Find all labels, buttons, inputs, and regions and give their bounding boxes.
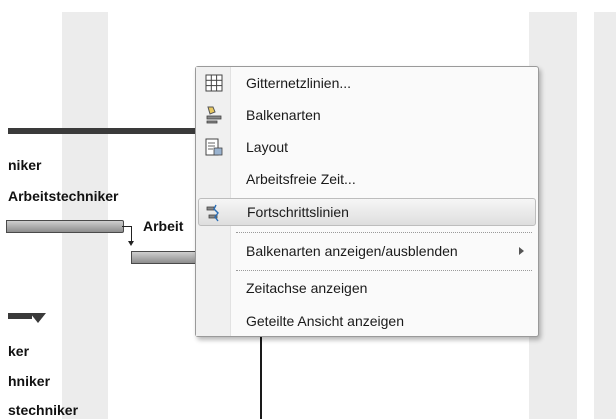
menu-item-bar-styles[interactable]: Balkenarten <box>198 101 536 129</box>
task-link-line <box>122 226 131 227</box>
task-resource-label: niker <box>8 157 42 173</box>
task-resource-label: stechniker <box>8 402 79 418</box>
progress-line <box>260 336 262 419</box>
summary-bar-end-marker <box>30 313 46 323</box>
task-bar[interactable] <box>6 220 124 233</box>
menu-item-label: Balkenarten <box>246 107 321 123</box>
menu-item-nonworking-time[interactable]: Arbeitsfreie Zeit... <box>198 165 536 193</box>
menu-item-layout[interactable]: Layout <box>198 133 536 161</box>
menu-item-gridlines[interactable]: Gitternetzlinien... <box>198 69 536 97</box>
layout-icon <box>205 138 223 156</box>
task-resource-label: hniker <box>8 373 51 389</box>
menu-item-show-split-view[interactable]: Geteilte Ansicht anzeigen <box>198 307 536 335</box>
menu-item-show-hide-bar-styles[interactable]: Balkenarten anzeigen/ausblenden <box>198 237 536 265</box>
menu-separator <box>236 270 532 271</box>
progress-lines-icon <box>206 204 219 222</box>
bar-styles-icon <box>206 106 222 124</box>
summary-task-bar[interactable] <box>8 313 32 319</box>
menu-item-label: Balkenarten anzeigen/ausblenden <box>246 243 458 259</box>
task-resource-label: Arbeitstechniker <box>8 188 119 204</box>
gridlines-icon <box>205 74 223 92</box>
menu-item-show-timeline[interactable]: Zeitachse anzeigen <box>198 274 536 302</box>
menu-item-label: Geteilte Ansicht anzeigen <box>246 313 404 329</box>
menu-item-progress-lines[interactable]: Fortschrittslinien <box>198 198 536 226</box>
task-link-line <box>131 226 132 242</box>
task-resource-label: Arbeit <box>143 218 184 234</box>
task-link-arrow <box>128 241 134 246</box>
context-menu: Gitternetzlinien... Balkenarten Layout A… <box>195 66 539 337</box>
nonworking-time-column <box>62 12 108 419</box>
menu-item-label: Layout <box>246 139 289 155</box>
task-resource-label: ker <box>8 343 30 359</box>
menu-item-label: Gitternetzlinien... <box>246 75 352 91</box>
menu-item-label: Fortschrittslinien <box>247 204 349 220</box>
menu-separator <box>236 232 532 233</box>
task-bar[interactable] <box>131 251 201 264</box>
menu-item-label: Zeitachse anzeigen <box>246 280 368 296</box>
submenu-arrow-icon <box>519 247 524 255</box>
nonworking-time-column <box>594 12 616 419</box>
menu-item-label: Arbeitsfreie Zeit... <box>246 171 356 187</box>
summary-task-bar[interactable] <box>8 128 218 134</box>
